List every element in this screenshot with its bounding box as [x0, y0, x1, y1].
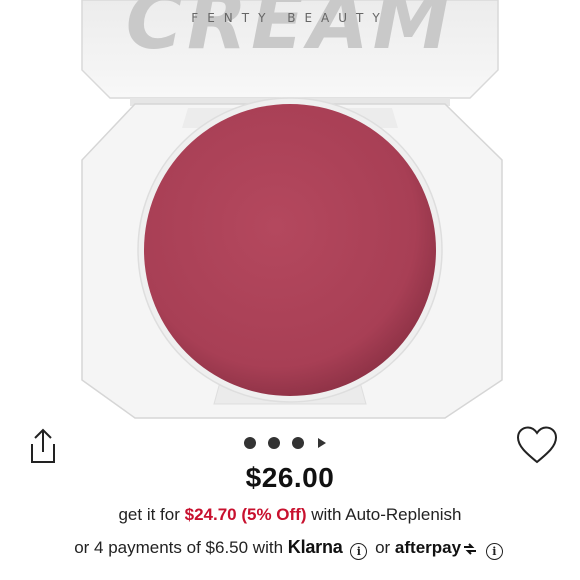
brand-text: FENTY BEAUTY [191, 11, 388, 25]
image-carousel-indicator [244, 436, 326, 450]
afterpay-logo-text: afterpay [394, 538, 462, 557]
carousel-dot[interactable] [244, 437, 256, 449]
afterpay-logo: afterpay [395, 538, 478, 557]
product-page: CREAM FENTY BEAUTY $26.00 get it for $24… [0, 0, 580, 580]
blush-pan [144, 104, 436, 396]
afterpay-info-icon[interactable]: i [485, 543, 503, 560]
klarna-logo: Klarna [287, 537, 343, 557]
replenish-prefix: get it for [118, 505, 180, 524]
carousel-dot[interactable] [292, 437, 304, 449]
installment-payments: or 4 payments of $6.50 with Klarna i or … [0, 537, 580, 560]
product-image: CREAM FENTY BEAUTY [81, 0, 503, 419]
product-price: $26.00 [245, 462, 335, 493]
favorite-button[interactable] [514, 424, 560, 466]
replenish-suffix: with Auto-Replenish [311, 505, 462, 524]
carousel-play-icon[interactable] [318, 438, 326, 448]
afterpay-arrows-icon [464, 543, 477, 555]
replenish-deal-price: $24.70 (5% Off) [184, 505, 307, 524]
klarna-info-icon[interactable]: i [350, 543, 368, 560]
auto-replenish-offer: get it for $24.70 (5% Off) with Auto-Rep… [0, 505, 580, 525]
carousel-dot[interactable] [268, 437, 280, 449]
installments-connector: or [375, 538, 391, 557]
heart-icon [516, 426, 558, 464]
installments-prefix: or 4 payments of $6.50 with [74, 538, 284, 557]
